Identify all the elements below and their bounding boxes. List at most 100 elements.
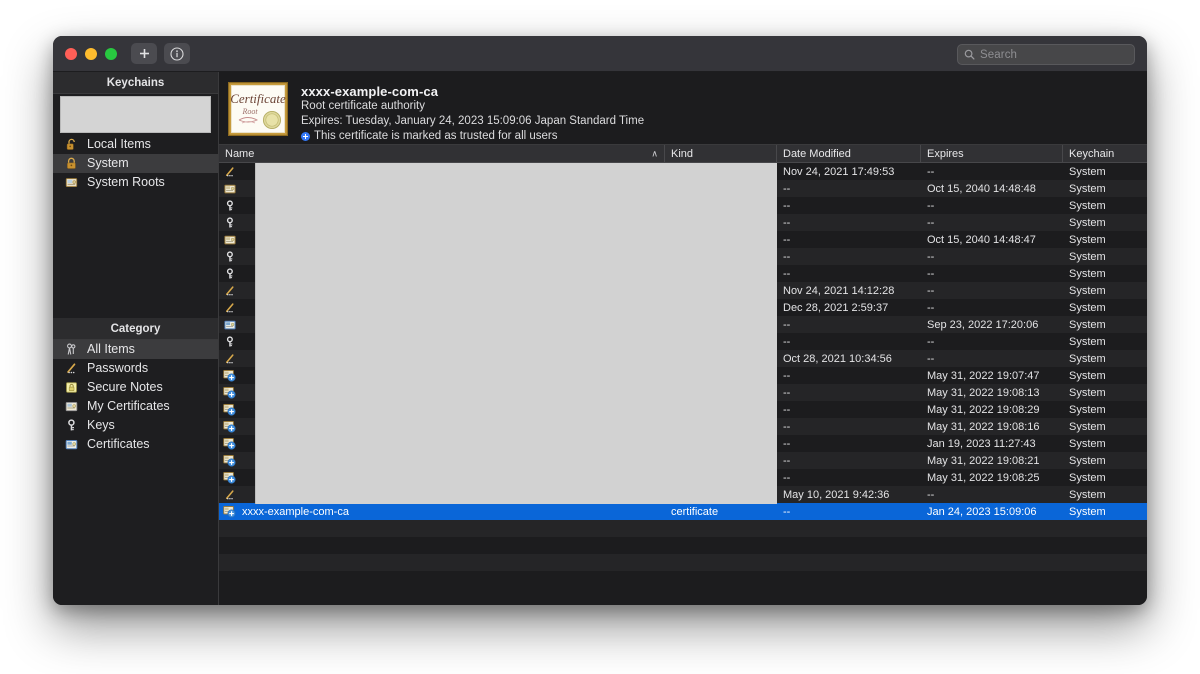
item-info-button[interactable] — [164, 43, 190, 64]
cell-date-modified: Oct 28, 2021 10:34:56 — [783, 352, 892, 365]
sidebar-item-system[interactable]: System — [53, 154, 218, 173]
cell-date-modified: -- — [783, 437, 791, 450]
table-row[interactable]: Oct 28, 2021 10:34:56 -- System — [219, 350, 1147, 367]
secure-note-icon — [64, 380, 79, 395]
table-row[interactable]: -- Sep 23, 2022 17:20:06 System — [219, 316, 1147, 333]
table-row[interactable]: Nov 24, 2021 14:12:28 -- System — [219, 282, 1147, 299]
keychain-access-window: Search Keychains Local Items System Syst… — [53, 36, 1147, 605]
table-row[interactable] — [219, 520, 1147, 537]
sidebar-item-label: Secure Notes — [87, 380, 163, 395]
cell-expires: May 31, 2022 19:08:13 — [927, 386, 1040, 399]
cell-name — [219, 284, 665, 297]
table-row[interactable]: -- May 31, 2022 19:08:29 System — [219, 401, 1147, 418]
table-row[interactable]: -- -- System — [219, 333, 1147, 350]
table-rows: Nov 24, 2021 17:49:53 -- System -- Oct 15, 2… — [219, 163, 1147, 571]
certificate-gold-icon — [223, 233, 236, 246]
window-titlebar: Search — [53, 36, 1147, 72]
search-input[interactable]: Search — [980, 49, 1017, 61]
table-row[interactable]: -- Oct 15, 2040 14:48:48 System — [219, 180, 1147, 197]
password-icon — [64, 361, 79, 376]
certificate-title: xxxx-example-com-ca — [301, 84, 439, 99]
table-row[interactable]: -- -- System — [219, 197, 1147, 214]
table-row[interactable]: -- May 31, 2022 19:08:21 System — [219, 452, 1147, 469]
sidebar-item-all-items[interactable]: All Items — [53, 340, 218, 359]
category-section-header: Category — [53, 318, 218, 340]
table-row[interactable]: -- May 31, 2022 19:08:13 System — [219, 384, 1147, 401]
table-row[interactable]: May 10, 2021 9:42:36 -- System — [219, 486, 1147, 503]
search-field[interactable]: Search — [957, 44, 1135, 65]
table-row[interactable] — [219, 537, 1147, 554]
redacted-keychain-entry[interactable] — [60, 96, 211, 133]
cell-keychain: System — [1069, 403, 1106, 416]
maximize-window-button[interactable] — [105, 47, 117, 60]
column-header-keychain[interactable]: Keychain — [1063, 145, 1147, 162]
cell-expires: -- — [927, 165, 935, 178]
sidebar-item-system-roots[interactable]: System Roots — [53, 173, 218, 192]
table-row[interactable]: xxxx-example-com-ca certificate -- Jan 24, … — [219, 503, 1147, 520]
password-icon — [223, 301, 236, 314]
cell-date-modified: -- — [783, 182, 791, 195]
sort-ascending-icon: ∧ — [651, 148, 658, 158]
cell-date-modified: -- — [783, 403, 791, 416]
sidebar-item-keys[interactable]: Keys — [53, 416, 218, 435]
sidebar-item-local-items[interactable]: Local Items — [53, 135, 218, 154]
cell-name — [219, 199, 665, 212]
sidebar-item-certificates[interactable]: Certificates — [53, 435, 218, 454]
cell-name — [219, 556, 665, 569]
cell-name — [219, 352, 665, 365]
sidebar-item-passwords[interactable]: Passwords — [53, 359, 218, 378]
column-header-expires[interactable]: Expires — [921, 145, 1063, 162]
cell-expires: -- — [927, 199, 935, 212]
table-row[interactable] — [219, 554, 1147, 571]
cell-date-modified: -- — [783, 505, 791, 518]
certificate-root-icon: Certificate Root — [228, 82, 288, 136]
root-certificate-icon — [223, 369, 236, 382]
column-header-label: Expires — [927, 147, 964, 160]
close-window-button[interactable] — [65, 47, 77, 60]
cell-date-modified: -- — [783, 386, 791, 399]
minimize-window-button[interactable] — [85, 47, 97, 60]
cell-expires: -- — [927, 250, 935, 263]
sidebar-item-secure-notes[interactable]: Secure Notes — [53, 378, 218, 397]
trusted-plus-icon — [301, 132, 310, 141]
column-header-name[interactable]: Name ∧ — [219, 145, 665, 162]
table-row[interactable]: -- May 31, 2022 19:08:16 System — [219, 418, 1147, 435]
cell-expires: -- — [927, 335, 935, 348]
cell-keychain: System — [1069, 471, 1106, 484]
table-row[interactable]: -- -- System — [219, 248, 1147, 265]
table-row[interactable]: -- May 31, 2022 19:07:47 System — [219, 367, 1147, 384]
cell-name-label: xxxx-example-com-ca — [242, 505, 349, 518]
table-row[interactable]: Dec 28, 2021 2:59:37 -- System — [219, 299, 1147, 316]
sidebar-item-label: All Items — [87, 342, 135, 357]
cell-name — [219, 301, 665, 314]
table-row[interactable]: -- -- System — [219, 265, 1147, 282]
table-row[interactable]: -- Oct 15, 2040 14:48:47 System — [219, 231, 1147, 248]
cell-expires: May 31, 2022 19:08:21 — [927, 454, 1040, 467]
cell-date-modified: -- — [783, 233, 791, 246]
cell-name — [219, 335, 665, 348]
root-certificate-icon — [223, 386, 236, 399]
cell-name — [219, 369, 665, 382]
column-header-kind[interactable]: Kind — [665, 145, 777, 162]
add-item-button[interactable] — [131, 43, 157, 64]
root-certificate-icon — [223, 471, 236, 484]
traffic-light-controls — [65, 47, 117, 60]
cell-date-modified: -- — [783, 369, 791, 382]
table-row[interactable]: -- -- System — [219, 214, 1147, 231]
column-header-date-modified[interactable]: Date Modified — [777, 145, 921, 162]
cell-expires: May 31, 2022 19:08:25 — [927, 471, 1040, 484]
cell-date-modified: -- — [783, 216, 791, 229]
cell-date-modified: -- — [783, 318, 791, 331]
cell-date-modified: -- — [783, 471, 791, 484]
cell-keychain: System — [1069, 199, 1106, 212]
certificate-subtitle: Root certificate authority — [301, 100, 426, 112]
table-row[interactable]: -- May 31, 2022 19:08:25 System — [219, 469, 1147, 486]
sidebar-item-my-certificates[interactable]: My Certificates — [53, 397, 218, 416]
cell-name — [219, 267, 665, 280]
table-row[interactable]: Nov 24, 2021 17:49:53 -- System — [219, 163, 1147, 180]
window-body: Keychains Local Items System System Root… — [53, 72, 1147, 605]
search-icon — [964, 49, 975, 60]
plus-icon — [139, 48, 150, 59]
table-row[interactable]: -- Jan 19, 2023 11:27:43 System — [219, 435, 1147, 452]
sidebar-item-label: Keys — [87, 418, 115, 433]
